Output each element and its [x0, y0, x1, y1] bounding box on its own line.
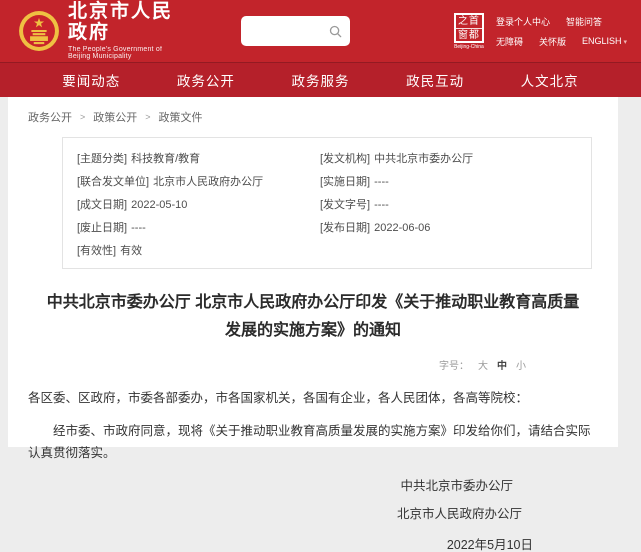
site-title-english: The People's Government of Beijing Munic… — [68, 46, 175, 60]
font-size-small[interactable]: 小 — [516, 357, 526, 372]
document-title: 中共北京市委办公厅 北京市人民政府办公厅印发《关于推动职业教育高质量发展的实施方… — [41, 289, 586, 345]
font-size-control: 字号： 大 中 小 — [28, 357, 598, 372]
document-body: 各区委、区政府，市委各部委办，市各国家机关，各国有企业，各人民团体，各高等院校：… — [28, 388, 598, 464]
meta-validity: [有效性]有效 — [77, 242, 320, 258]
breadcrumb-separator: > — [80, 112, 85, 122]
nav-item-interaction[interactable]: 政民互动 — [406, 70, 464, 90]
breadcrumb-item-2[interactable]: 政策公开 — [93, 109, 137, 125]
national-emblem-icon — [18, 10, 60, 52]
search-icon[interactable] — [329, 25, 342, 38]
document-meta-box: [主题分类]科技教育/教育 [联合发文单位]北京市人民政府办公厅 [成文日期]2… — [62, 137, 592, 269]
english-link[interactable]: ENGLISH▾ — [582, 36, 627, 46]
nav-item-gov-affairs[interactable]: 政务公开 — [177, 70, 235, 90]
primary-nav: 要闻动态 政务公开 政务服务 政民互动 人文北京 — [0, 62, 641, 97]
meta-publish-date: [发布日期]2022-06-06 — [320, 219, 577, 235]
content-area: 政务公开 > 政策公开 > 政策文件 [主题分类]科技教育/教育 [联合发文单位… — [8, 97, 618, 447]
breadcrumb-item-3[interactable]: 政策文件 — [159, 109, 203, 125]
breadcrumb: 政务公开 > 政策公开 > 政策文件 — [28, 109, 598, 125]
meta-doc-number: [发文字号]---- — [320, 196, 577, 212]
meta-issuing-agency: [发文机构]中共北京市委办公厅 — [320, 150, 577, 166]
meta-written-date: [成文日期]2022-05-10 — [77, 196, 320, 212]
site-title: 北京市人民政府 — [68, 2, 175, 44]
meta-joint-issuer: [联合发文单位]北京市人民政府办公厅 — [77, 173, 320, 189]
font-size-medium[interactable]: 中 — [497, 357, 507, 372]
caret-down-icon: ▾ — [623, 39, 627, 46]
site-logo[interactable]: 北京市人民政府 The People's Government of Beiji… — [18, 2, 175, 61]
care-version-link[interactable]: 关怀版 — [539, 35, 566, 48]
nav-item-news[interactable]: 要闻动态 — [62, 70, 120, 90]
login-link[interactable]: 登录个人中心 — [496, 15, 550, 28]
capital-window-seal[interactable]: 之首 窗都 Beijing-China — [454, 13, 484, 50]
header-utility-links: 登录个人中心 智能问答 无障碍 关怀版 ENGLISH▾ — [496, 15, 627, 48]
breadcrumb-item-1[interactable]: 政务公开 — [28, 109, 72, 125]
signature-date: 2022年5月10日 — [28, 539, 598, 552]
meta-topic-category: [主题分类]科技教育/教育 — [77, 150, 320, 166]
search-box[interactable] — [241, 16, 350, 46]
search-input[interactable] — [249, 25, 329, 37]
paragraph-salutation: 各区委、区政府，市委各部委办，市各国家机关，各国有企业，各人民团体，各高等院校： — [28, 388, 598, 409]
smart-qa-link[interactable]: 智能问答 — [566, 15, 602, 28]
nav-item-culture[interactable]: 人文北京 — [521, 70, 579, 90]
signature-block: 中共北京市委办公厅 北京市人民政府办公厅 2022年5月10日 — [28, 480, 598, 552]
seal-row-top: 之首 — [456, 15, 482, 29]
site-header: 北京市人民政府 The People's Government of Beiji… — [0, 0, 641, 62]
signature-party-office: 中共北京市委办公厅 — [28, 480, 598, 493]
nav-item-services[interactable]: 政务服务 — [291, 70, 349, 90]
font-size-large[interactable]: 大 — [478, 357, 488, 372]
paragraph-main: 经市委、市政府同意，现将《关于推动职业教育高质量发展的实施方案》印发给你们，请结… — [28, 421, 598, 464]
seal-icon: 之首 窗都 — [454, 13, 484, 43]
meta-repeal-date: [废止日期]---- — [77, 219, 320, 235]
seal-row-bottom: 窗都 — [456, 29, 482, 42]
signature-gov-office: 北京市人民政府办公厅 — [28, 508, 598, 521]
font-size-label: 字号： — [439, 357, 469, 372]
seal-caption: Beijing-China — [454, 44, 484, 50]
accessibility-link[interactable]: 无障碍 — [496, 35, 523, 48]
meta-implement-date: [实施日期]---- — [320, 173, 577, 189]
breadcrumb-separator: > — [145, 112, 150, 122]
